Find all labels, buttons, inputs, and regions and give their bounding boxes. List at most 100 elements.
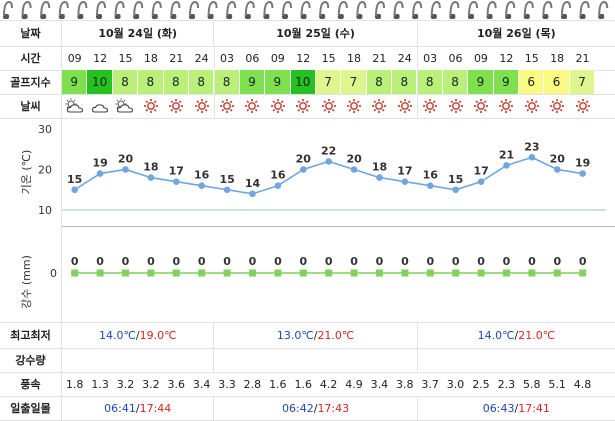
- weather-icon-cell: [62, 94, 87, 118]
- weather-icon-cell: [544, 94, 569, 118]
- weather-icon-cell: [519, 94, 544, 118]
- sun-icon: [422, 98, 438, 114]
- precipitation-point: [223, 269, 231, 277]
- day-separator: [417, 46, 418, 118]
- golf-index-cell: 6: [519, 70, 545, 94]
- min-max-day-2: 13.0℃/21.0℃: [213, 322, 416, 348]
- precipitation-point: [477, 269, 485, 277]
- wind-speed-cell: 1.6: [269, 377, 287, 391]
- day-header-3: 10월 26일 (목): [416, 20, 615, 46]
- sun-icon: [397, 98, 413, 114]
- precipitation-point: [579, 269, 587, 277]
- golf-index-cell: 9: [239, 70, 266, 94]
- temperature-value-label: 18: [372, 161, 387, 174]
- precipitation-value-label: 0: [71, 255, 79, 268]
- temperature-point: [173, 178, 180, 185]
- temperature-value-label: 15: [448, 173, 463, 186]
- sun-icon: [168, 98, 184, 114]
- sun-icon: [270, 98, 286, 114]
- binder-ring: [319, 0, 330, 19]
- hour-cell: 15: [524, 51, 539, 65]
- golf-index-cell: 7: [315, 70, 342, 94]
- weather-icon-cell: [291, 94, 316, 118]
- temperature-point: [350, 166, 358, 173]
- weather-icon-cell: [417, 94, 442, 118]
- hour-cell: 03: [423, 51, 438, 65]
- sun-day-3: 06:43/17:41: [416, 396, 615, 420]
- binder-rings: [3, 0, 609, 19]
- temperature-value-label: 23: [524, 140, 539, 153]
- weather-icon-cell: [367, 94, 392, 118]
- precipitation-point: [198, 269, 206, 277]
- temperature-value-label: 15: [219, 173, 234, 186]
- sun-icon: [448, 98, 464, 114]
- precipitation-point: [401, 269, 409, 277]
- precipitation-point: [249, 269, 256, 277]
- wind-speed-cell: 1.6: [294, 377, 312, 391]
- golf-index-row: 골프지수 9 10 8 8 8 8 8 9 9 10 7 7 8 8 8 8 9 9 6 6 7: [0, 70, 615, 94]
- golf-index-cell: 8: [392, 70, 418, 94]
- golf-index-cell: 9: [468, 70, 494, 94]
- golf-index-cell: 8: [214, 70, 240, 94]
- sun-icon: [371, 98, 387, 114]
- hour-cell: 21: [169, 51, 184, 65]
- precipitation-value-label: 0: [274, 255, 282, 268]
- golf-index-cell: 6: [544, 70, 570, 94]
- precipitation-point: [503, 269, 510, 277]
- temperature-value-label: 16: [194, 169, 210, 182]
- hour-cell: 12: [93, 51, 108, 65]
- wind-speed-cell: 2.3: [497, 377, 516, 391]
- precipitation-value-label: 0: [426, 255, 434, 268]
- low-temp: 14.0℃: [477, 328, 515, 342]
- y-tick-label: 0: [50, 267, 57, 280]
- hour-cell: 15: [321, 51, 336, 65]
- binder-ring: [226, 0, 237, 19]
- golf-index-cell: 9: [493, 70, 520, 94]
- temperature-point: [122, 166, 129, 173]
- precipitation-point: [452, 269, 460, 277]
- min-max-day-3: 14.0℃/21.0℃: [416, 322, 615, 348]
- wind-label: 풍속: [0, 372, 62, 396]
- binder-ring: [77, 0, 88, 19]
- temperature-point: [249, 190, 256, 198]
- precipitation-value-label: 0: [401, 255, 409, 268]
- hour-cell: 12: [499, 51, 514, 65]
- sunset-time: 17:43: [317, 401, 350, 415]
- binder-ring: [189, 0, 199, 19]
- golf-index-cell: 10: [290, 70, 316, 94]
- precipitation-value-label: 0: [147, 255, 155, 268]
- binder-ring: [412, 0, 423, 19]
- wind-speed-cell: 3.2: [116, 377, 135, 391]
- wind-speed-cell: 1.3: [91, 377, 109, 391]
- golf-index-cell: 8: [188, 70, 215, 94]
- golf-index-cell: 8: [163, 70, 189, 94]
- precipitation-value-label: 0: [376, 255, 384, 268]
- binder-ring: [356, 0, 367, 19]
- hour-cell: 09: [473, 51, 488, 65]
- binder-ring: [263, 0, 274, 19]
- temperature-point: [147, 174, 155, 181]
- weather-icon-cell: [189, 94, 214, 118]
- sun-icon: [219, 98, 235, 114]
- sun-label: 일출일몰: [0, 396, 62, 420]
- wind-speed-cell: 3.7: [421, 377, 439, 391]
- min-max-row: 최고최저 14.0℃/19.0℃ 13.0℃/21.0℃ 14.0℃/21.0℃: [0, 322, 615, 348]
- precipitation-point: [147, 269, 155, 277]
- wind-speed-cell: 3.3: [218, 377, 236, 391]
- precipitation-value-label: 0: [452, 255, 460, 268]
- temperature-value-label: 17: [473, 165, 488, 178]
- wind-speed-cell: 4.2: [319, 377, 338, 391]
- hour-cell: 12: [296, 51, 311, 65]
- wind-speed-cell: 3.4: [192, 377, 211, 391]
- sun-day-2: 06:42/17:43: [213, 396, 416, 420]
- precipitation-value-label: 0: [198, 255, 206, 268]
- precipitation-value-label: 0: [579, 255, 587, 268]
- golf-index-label: 골프지수: [0, 70, 62, 94]
- precipitation-value-label: 0: [172, 255, 180, 268]
- sun-icon: [549, 98, 565, 114]
- precipitation-point: [96, 269, 104, 277]
- precip-row: 강수량: [0, 348, 615, 372]
- precip-day-3: [416, 348, 615, 372]
- temperature-value-label: 17: [397, 165, 412, 178]
- wind-speed-cell: 4.9: [345, 377, 363, 391]
